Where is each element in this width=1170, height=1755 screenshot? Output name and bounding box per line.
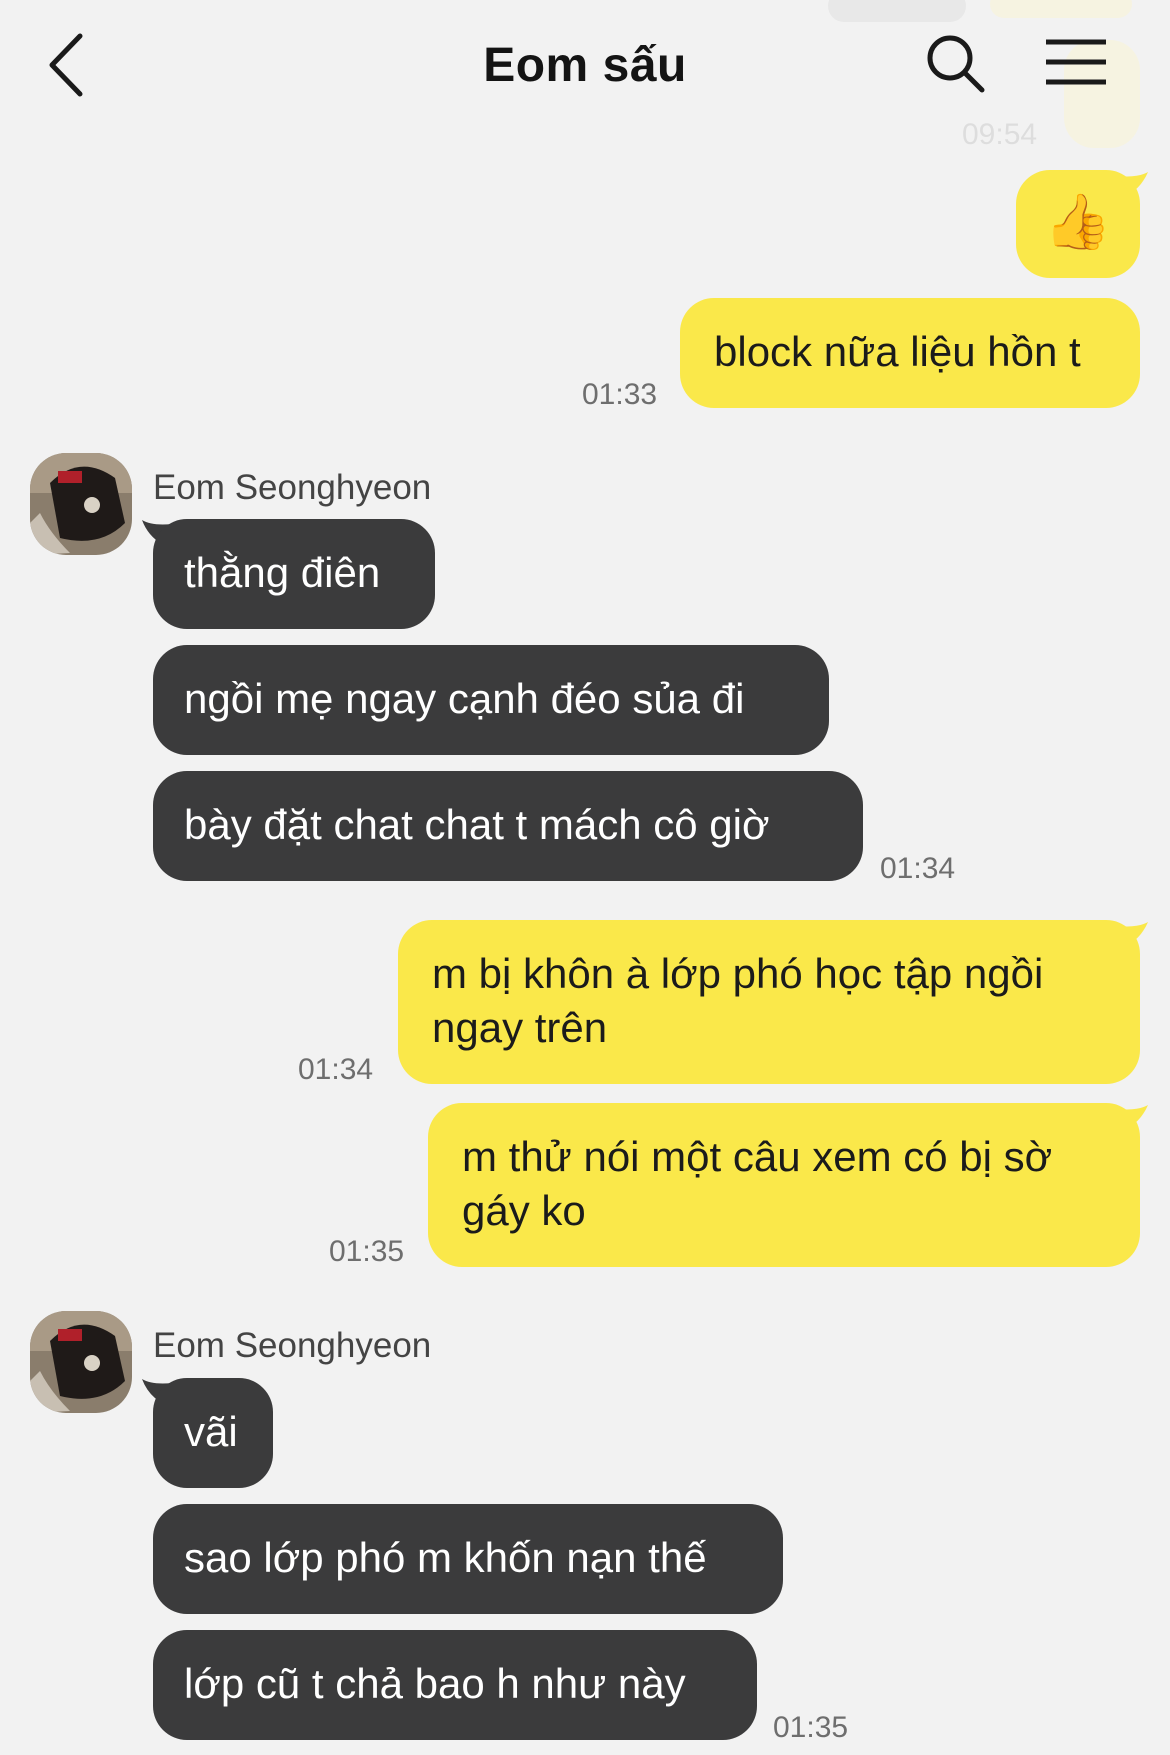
their-message-bubble[interactable]: bày đặt chat chat t mách cô giờ	[153, 771, 863, 881]
message-text: bày đặt chat chat t mách cô giờ	[184, 801, 770, 848]
hamburger-menu-icon	[1046, 39, 1106, 85]
avatar[interactable]	[30, 453, 132, 555]
message-text: m bị khôn à lớp phó học tập ngồi	[432, 950, 1044, 997]
my-message-bubble[interactable]: block nữa liệu hồn t	[680, 298, 1140, 408]
message-text: sao lớp phó m khốn nạn thế	[184, 1534, 707, 1581]
bubble-tail	[1118, 172, 1148, 194]
message-time: 01:34	[298, 1053, 374, 1086]
message-time: 01:34	[880, 852, 956, 885]
avatar[interactable]	[30, 1311, 132, 1413]
their-message-bubble[interactable]: sao lớp phó m khốn nạn thế	[153, 1504, 783, 1614]
bubble-tail	[1118, 922, 1148, 944]
their-message-bubble[interactable]: vãi	[153, 1378, 273, 1488]
sender-name: Eom Seonghyeon	[153, 468, 432, 507]
avatar-photo	[30, 453, 132, 555]
message-text: block nữa liệu hồn t	[714, 328, 1081, 375]
my-message-bubble[interactable]: m bị khôn à lớp phó học tập ngồi ngay tr…	[398, 920, 1140, 1084]
message-time: 01:33	[582, 378, 658, 411]
message-text: m thử nói một câu xem có bị sờ	[462, 1133, 1053, 1180]
message-text: ngồi mẹ ngay cạnh đéo sủa đi	[184, 675, 745, 722]
message-text: vãi	[184, 1408, 238, 1455]
search-button[interactable]	[924, 32, 988, 96]
their-message-bubble[interactable]: ngồi mẹ ngay cạnh đéo sủa đi	[153, 645, 829, 755]
menu-button[interactable]	[1044, 36, 1108, 92]
thumbs-up-emoji: 👍	[1044, 192, 1112, 252]
message-text: thằng điên	[184, 549, 381, 596]
their-message-bubble[interactable]: lớp cũ t chả bao h như này	[153, 1630, 757, 1740]
chat-title: Eom sấu	[483, 39, 687, 92]
chat-header: Eom sấu	[0, 0, 1170, 140]
my-message-bubble[interactable]: m thử nói một câu xem có bị sờ gáy ko	[428, 1103, 1140, 1267]
sender-name: Eom Seonghyeon	[153, 1326, 432, 1365]
avatar-photo	[30, 1311, 132, 1413]
their-message-bubble[interactable]: thằng điên	[153, 519, 435, 629]
message-text: gáy ko	[462, 1187, 586, 1234]
search-icon	[927, 35, 985, 93]
message-text: lớp cũ t chả bao h như này	[184, 1660, 686, 1707]
bubble-tail	[1118, 1105, 1148, 1127]
message-text: ngay trên	[432, 1004, 608, 1051]
message-time: 01:35	[329, 1235, 405, 1268]
message-time: 01:35	[773, 1711, 849, 1744]
